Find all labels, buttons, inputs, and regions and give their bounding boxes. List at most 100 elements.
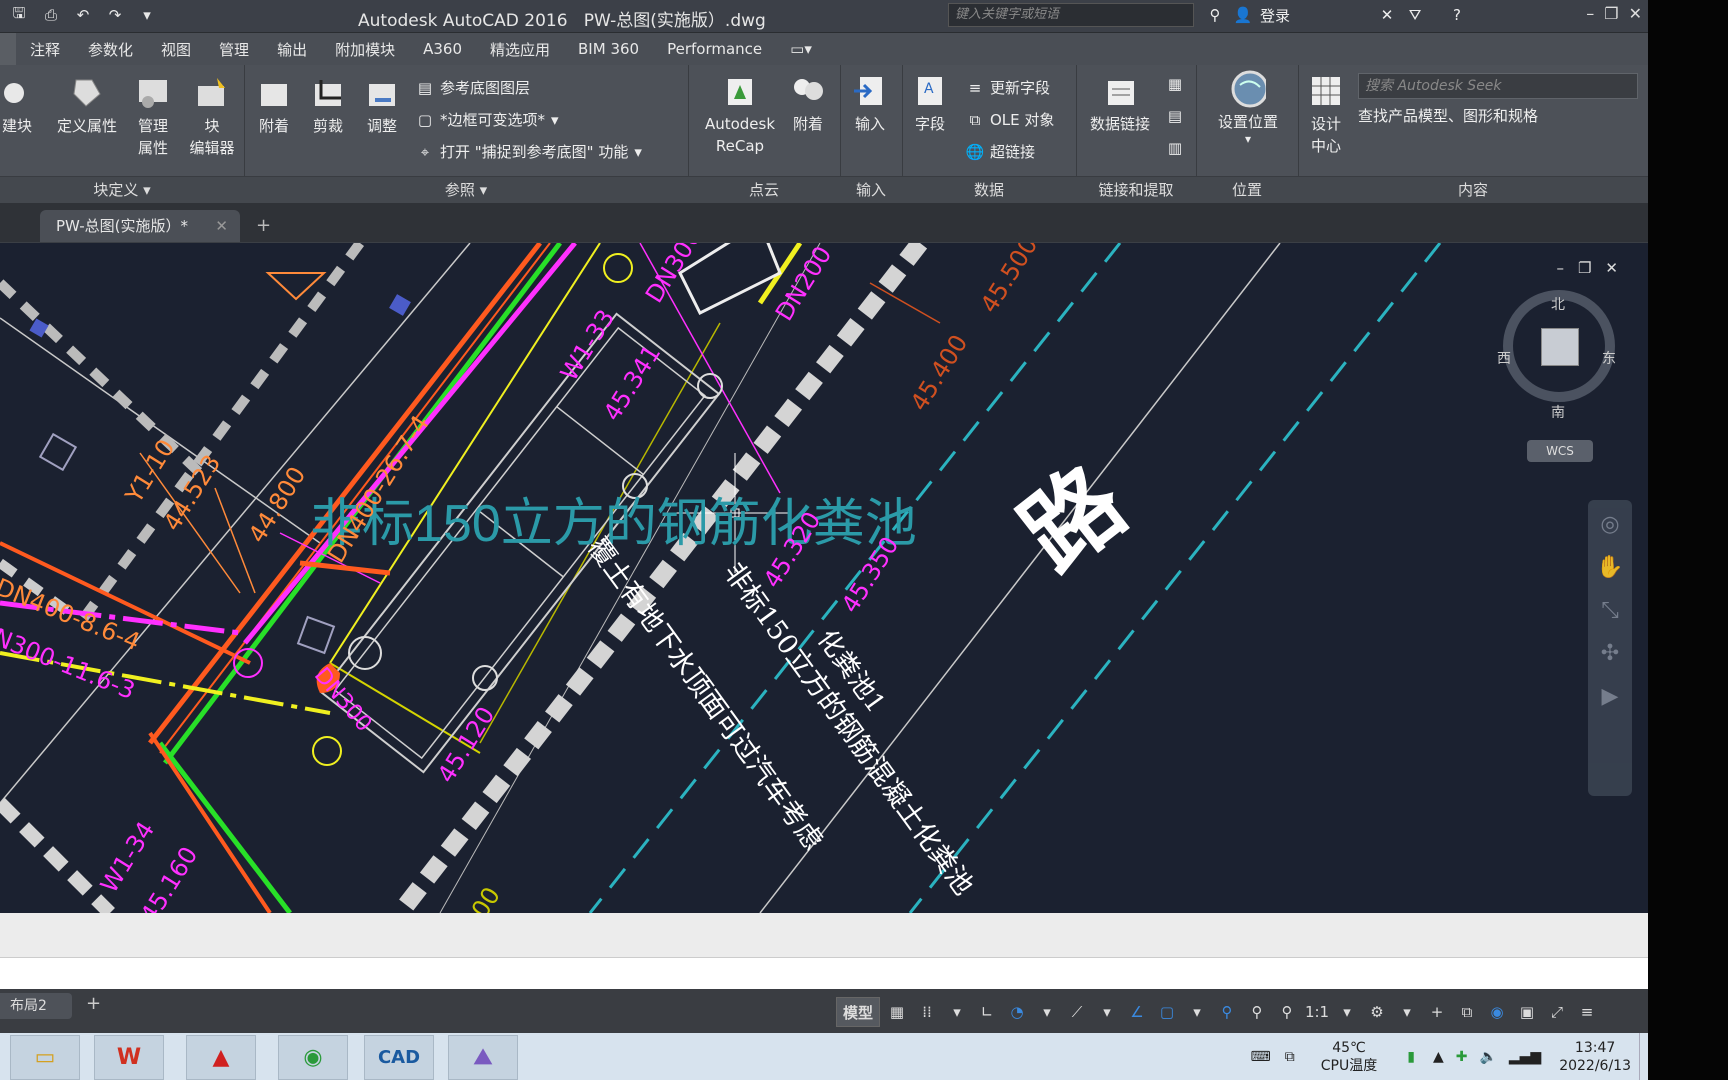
model-space-button[interactable]: 模型 — [836, 997, 881, 1027]
underlay-layers-button[interactable]: ▤ 参考底图图层 — [416, 77, 530, 98]
isodraft-icon[interactable]: ⟋ — [1064, 998, 1090, 1026]
customize-qat-icon[interactable]: ▾ — [136, 4, 158, 26]
field-button[interactable]: A 字段 — [908, 73, 952, 135]
hardware-acceleration-icon[interactable]: ◉ — [1484, 998, 1510, 1026]
tab-performance[interactable]: Performance — [653, 40, 776, 58]
keyboard-icon[interactable]: ⌨ — [1251, 1049, 1271, 1065]
chrome-icon[interactable]: ◉ — [278, 1035, 348, 1080]
design-center-button[interactable]: 设计 中心 — [1304, 73, 1348, 157]
redo-icon[interactable]: ↷ — [104, 4, 126, 26]
tab-featured-apps[interactable]: 精选应用 — [476, 39, 564, 60]
help-search-input[interactable]: 键入关键字或短语 — [948, 3, 1194, 27]
tab-a360[interactable]: A360 — [409, 40, 476, 58]
tab-manage[interactable]: 管理 — [205, 39, 263, 60]
wps-icon[interactable]: W — [94, 1035, 164, 1080]
minimize-icon[interactable]: – — [1556, 259, 1564, 277]
undo-icon[interactable]: ↶ — [72, 4, 94, 26]
layout-tab[interactable]: 布局2 — [0, 993, 72, 1019]
file-explorer-icon[interactable]: ▭ — [10, 1035, 80, 1080]
annotation-scale-value[interactable]: 1:1 — [1304, 998, 1330, 1026]
fullscreen-icon[interactable]: ⤢ — [1544, 998, 1570, 1026]
binoculars-icon[interactable]: ⚲ — [1204, 4, 1226, 26]
grid-icon[interactable]: ▦ — [884, 998, 910, 1026]
download-source-button[interactable]: ▥ — [1166, 139, 1184, 157]
autocad-icon[interactable]: ▲ — [186, 1035, 256, 1080]
login-button[interactable]: 登录 — [1260, 5, 1290, 26]
create-block-button[interactable]: 建块 — [0, 75, 34, 137]
chevron-down-icon[interactable]: ▾ — [1184, 998, 1210, 1026]
compass-west[interactable]: 西 — [1497, 348, 1511, 368]
annotation-visibility-icon[interactable]: ⚲ — [1214, 998, 1240, 1026]
chevron-down-icon[interactable]: ▾ — [1034, 998, 1060, 1026]
restore-icon[interactable]: ❐ — [1578, 259, 1591, 277]
battery-icon[interactable]: ▮ — [1407, 1049, 1415, 1065]
annotation-scale-icon[interactable]: ⚲ — [1274, 998, 1300, 1026]
ole-object-button[interactable]: ⧉ OLE 对象 — [966, 109, 1055, 130]
close-icon[interactable]: ✕ — [1605, 259, 1618, 277]
minimize-icon[interactable]: – — [1586, 4, 1594, 23]
help-icon[interactable]: ? — [1446, 4, 1468, 26]
add-layout-button[interactable]: + — [86, 993, 101, 1014]
new-tab-button[interactable]: + — [256, 215, 271, 236]
frame-option-dropdown[interactable]: ▢ *边框可变选项* ▾ — [416, 109, 559, 130]
show-desktop-button[interactable] — [1639, 1033, 1648, 1080]
define-attribute-button[interactable]: 定义属性 — [52, 75, 122, 137]
manage-attributes-button[interactable]: 管理 属性 — [128, 75, 178, 159]
clock[interactable]: 13:47 2022/6/13 — [1559, 1039, 1631, 1075]
chevron-down-icon[interactable]: ▾ — [1394, 998, 1420, 1026]
window-icon[interactable]: ⧉ — [1285, 1049, 1295, 1065]
tab-output[interactable]: 输出 — [263, 39, 321, 60]
extract-data-button[interactable]: ▦ — [1166, 75, 1184, 93]
drawing-canvas[interactable]: 路 非标150立方的钢筋化粪池 化粪池1 非标150立方的钢筋混凝土化粪池 覆土… — [0, 243, 1648, 913]
viewcube-top-face[interactable] — [1541, 328, 1579, 366]
close-icon[interactable]: ✕ — [1629, 4, 1642, 23]
chevron-down-icon[interactable]: ▾ — [1094, 998, 1120, 1026]
snap-underlay-dropdown[interactable]: ⌖ 打开 "捕捉到参考底图" 功能 ▾ — [416, 141, 642, 162]
snap-icon[interactable]: ⁞⁞ — [914, 998, 940, 1026]
tab-parametric[interactable]: 参数化 — [74, 39, 147, 60]
gear-icon[interactable]: ⚙ — [1364, 998, 1390, 1026]
ribbon-toggle-icon[interactable]: ▭▾ — [776, 40, 826, 58]
adjust-button[interactable]: 调整 — [360, 75, 404, 137]
seek-search-input[interactable]: 搜索 Autodesk Seek — [1358, 73, 1638, 99]
show-hidden-icons[interactable]: ▲ — [1433, 1049, 1444, 1065]
wcs-menu[interactable]: WCS — [1527, 440, 1593, 462]
compass-south[interactable]: 南 — [1551, 402, 1565, 422]
ortho-icon[interactable]: ∟ — [974, 998, 1000, 1026]
print-icon[interactable]: ⎙ — [40, 4, 62, 26]
isolate-objects-icon[interactable]: ⧉ — [1454, 998, 1480, 1026]
user-icon[interactable]: 👤 — [1232, 4, 1254, 26]
reference-panel-footer[interactable]: 参照 ▾ — [244, 176, 688, 203]
customize-menu-icon[interactable]: ≡ — [1574, 998, 1600, 1026]
object-snap-tracking-icon[interactable]: ∠ — [1124, 998, 1150, 1026]
volume-icon[interactable]: 🔈 — [1479, 1049, 1496, 1065]
network-icon[interactable]: ▂▄▆ — [1509, 1049, 1541, 1065]
tab-insert[interactable] — [0, 33, 16, 65]
cad-viewer-icon[interactable]: CAD — [364, 1035, 434, 1080]
compass-east[interactable]: 东 — [1602, 348, 1616, 368]
object-snap-icon[interactable]: ▢ — [1154, 998, 1180, 1026]
photos-icon[interactable]: ⛰ — [448, 1035, 518, 1080]
steering-wheel-icon[interactable]: ◎ — [1588, 512, 1632, 537]
polar-icon[interactable]: ◔ — [1004, 998, 1030, 1026]
update-field-button[interactable]: ≡ 更新字段 — [966, 77, 1050, 98]
zoom-icon[interactable]: ⤡ — [1588, 598, 1632, 623]
tab-addins[interactable]: 附加模块 — [321, 39, 409, 60]
exchange-apps-icon[interactable]: ✕ — [1376, 4, 1398, 26]
auto-scale-icon[interactable]: ⚲ — [1244, 998, 1270, 1026]
a360-icon[interactable]: ⛛ — [1404, 4, 1426, 26]
data-link-button[interactable]: 数据链接 — [1082, 73, 1158, 135]
clean-screen-icon[interactable]: ▣ — [1514, 998, 1540, 1026]
tab-view[interactable]: 视图 — [147, 39, 205, 60]
tab-annotate[interactable]: 注释 — [16, 39, 74, 60]
import-button[interactable]: 输入 — [848, 73, 892, 135]
orbit-icon[interactable]: ✣ — [1588, 641, 1632, 666]
tab-bim360[interactable]: BIM 360 — [564, 40, 653, 58]
cpu-temp-widget[interactable]: 45℃ CPU温度 — [1321, 1039, 1377, 1075]
close-tab-icon[interactable]: ✕ — [215, 210, 228, 242]
set-location-button[interactable]: 设置位置 ▾ — [1204, 70, 1292, 145]
chevron-down-icon[interactable]: ▾ — [944, 998, 970, 1026]
pan-icon[interactable]: ✋ — [1588, 555, 1632, 580]
command-line-input[interactable] — [0, 957, 1648, 990]
security-icon[interactable]: ✚ — [1456, 1049, 1468, 1065]
